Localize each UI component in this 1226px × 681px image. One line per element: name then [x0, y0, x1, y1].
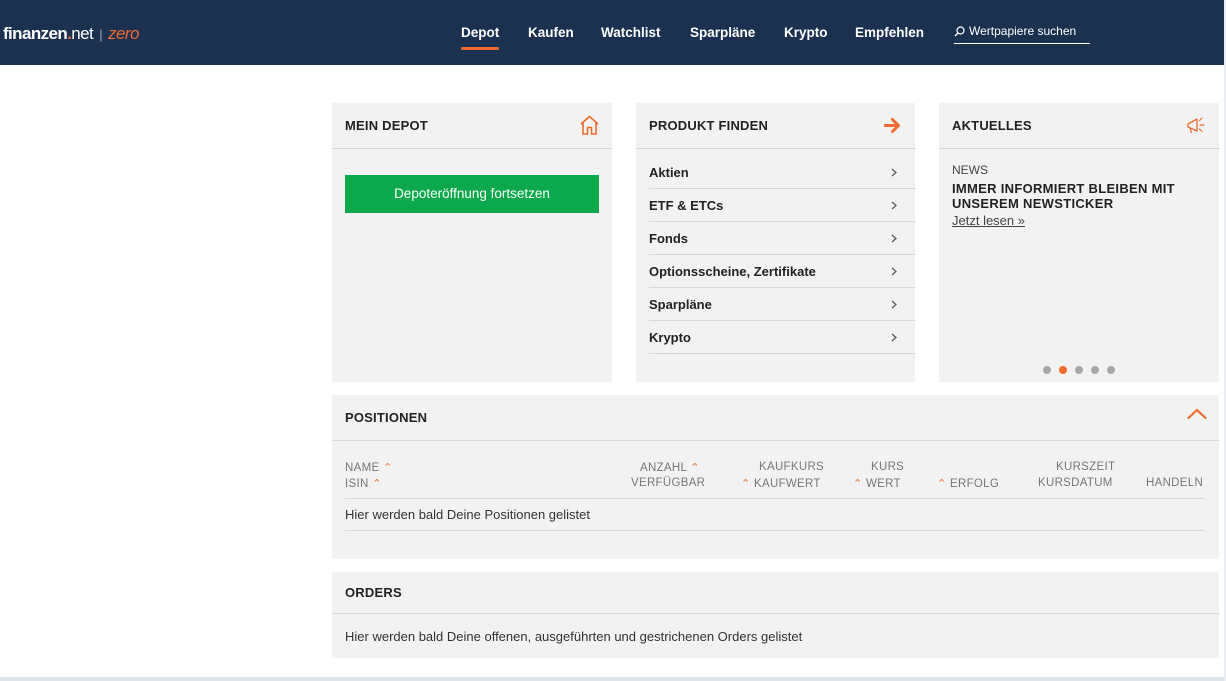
search-field[interactable]: Wertpapiere suchen — [954, 22, 1090, 44]
produkt-finden-header: PRODUKT FINDEN — [636, 103, 915, 149]
product-item-aktien[interactable]: Aktien — [649, 156, 915, 189]
carousel-dot[interactable] — [1043, 366, 1051, 374]
finanzen-net-zero-logo[interactable]: finanzen.net | zero — [3, 24, 139, 44]
produkt-finden-card: PRODUKT FINDEN Aktien ETF & ETCs Fonds O… — [636, 103, 915, 382]
chevron-up-icon[interactable] — [1187, 408, 1207, 420]
positions-empty-message: Hier werden bald Deine Positionen gelist… — [345, 507, 590, 522]
mein-depot-card: MEIN DEPOT Depoteröffnung fortsetzen — [332, 103, 612, 382]
orders-empty-message: Hier werden bald Deine offenen, ausgefüh… — [345, 629, 803, 644]
aktuelles-title: AKTUELLES — [952, 118, 1032, 133]
product-item-optionsscheine[interactable]: Optionsscheine, Zertifikate — [649, 255, 915, 288]
table-divider — [345, 498, 1205, 499]
nav-krypto[interactable]: Krypto — [784, 25, 828, 40]
chevron-right-icon — [891, 168, 897, 177]
nav-watchlist[interactable]: Watchlist — [601, 25, 661, 40]
carousel-dot[interactable] — [1107, 366, 1115, 374]
chevron-right-icon — [891, 234, 897, 243]
top-navigation-bar: finanzen.net | zero Depot Kaufen Watchli… — [0, 0, 1226, 65]
nav-depot[interactable]: Depot — [461, 25, 500, 50]
col-wert[interactable]: ⌃ WERT — [853, 477, 901, 490]
product-item-fonds[interactable]: Fonds — [649, 222, 915, 255]
chevron-right-icon — [891, 333, 897, 342]
nav-sparplaene[interactable]: Sparpläne — [690, 25, 755, 40]
news-tag: NEWS — [952, 163, 988, 177]
col-erfolg[interactable]: ⌃ ERFOLG — [937, 477, 999, 490]
col-kurszeit[interactable]: KURSZEIT — [1056, 461, 1115, 473]
produkt-finden-title: PRODUKT FINDEN — [649, 118, 769, 133]
arrow-right-icon[interactable] — [884, 117, 902, 134]
aktuelles-card: AKTUELLES NEWS IMMER INFORMIERT BLEIBEN … — [939, 103, 1219, 382]
nav-empfehlen[interactable]: Empfehlen — [855, 25, 924, 40]
orders-panel: ORDERS Hier werden bald Deine offenen, a… — [332, 572, 1219, 658]
product-item-sparplaene[interactable]: Sparpläne — [649, 288, 915, 321]
col-kurs[interactable]: KURS — [871, 461, 904, 473]
read-now-link[interactable]: Jetzt lesen » — [952, 213, 1025, 228]
col-isin[interactable]: ISIN ⌃ — [345, 477, 382, 490]
orders-title: ORDERS — [345, 585, 402, 600]
product-item-etf-etcs[interactable]: ETF & ETCs — [649, 189, 915, 222]
col-kursdatum[interactable]: KURSDATUM — [1038, 477, 1113, 489]
positionen-header[interactable]: POSITIONEN — [332, 395, 1219, 441]
col-name[interactable]: NAME ⌃ — [345, 461, 392, 474]
product-item-krypto[interactable]: Krypto — [649, 321, 915, 354]
col-handeln: HANDELN — [1146, 477, 1204, 489]
table-divider — [345, 530, 1205, 531]
chevron-right-icon — [891, 300, 897, 309]
mein-depot-header: MEIN DEPOT — [332, 103, 612, 149]
orders-header: ORDERS — [332, 572, 1219, 614]
col-kaufwert[interactable]: ⌃ KAUFWERT — [741, 477, 821, 490]
positionen-title: POSITIONEN — [345, 410, 428, 425]
home-icon[interactable] — [579, 115, 600, 135]
page-bottom-border — [0, 677, 1226, 681]
col-anzahl[interactable]: ANZAHL ⌃ — [640, 461, 700, 474]
carousel-dot[interactable] — [1091, 366, 1099, 374]
search-placeholder: Wertpapiere suchen — [969, 24, 1077, 38]
col-verfuegbar[interactable]: VERFÜGBAR — [631, 477, 705, 489]
aktuelles-header: AKTUELLES — [939, 103, 1219, 149]
positionen-panel: POSITIONEN NAME ⌃ ISIN ⌃ ANZAHL ⌃ VERFÜG… — [332, 395, 1219, 559]
mein-depot-title: MEIN DEPOT — [345, 118, 428, 133]
nav-kaufen[interactable]: Kaufen — [528, 25, 574, 40]
news-headline: IMMER INFORMIERT BLEIBEN MIT UNSEREM NEW… — [952, 181, 1175, 211]
search-icon — [954, 26, 965, 37]
carousel-dot[interactable] — [1075, 366, 1083, 374]
col-kaufkurs[interactable]: KAUFKURS — [759, 461, 824, 473]
megaphone-icon — [1187, 117, 1205, 134]
chevron-right-icon — [891, 201, 897, 210]
continue-depot-opening-button[interactable]: Depoteröffnung fortsetzen — [345, 175, 599, 213]
carousel-dot-active[interactable] — [1059, 366, 1067, 374]
chevron-right-icon — [891, 267, 897, 276]
